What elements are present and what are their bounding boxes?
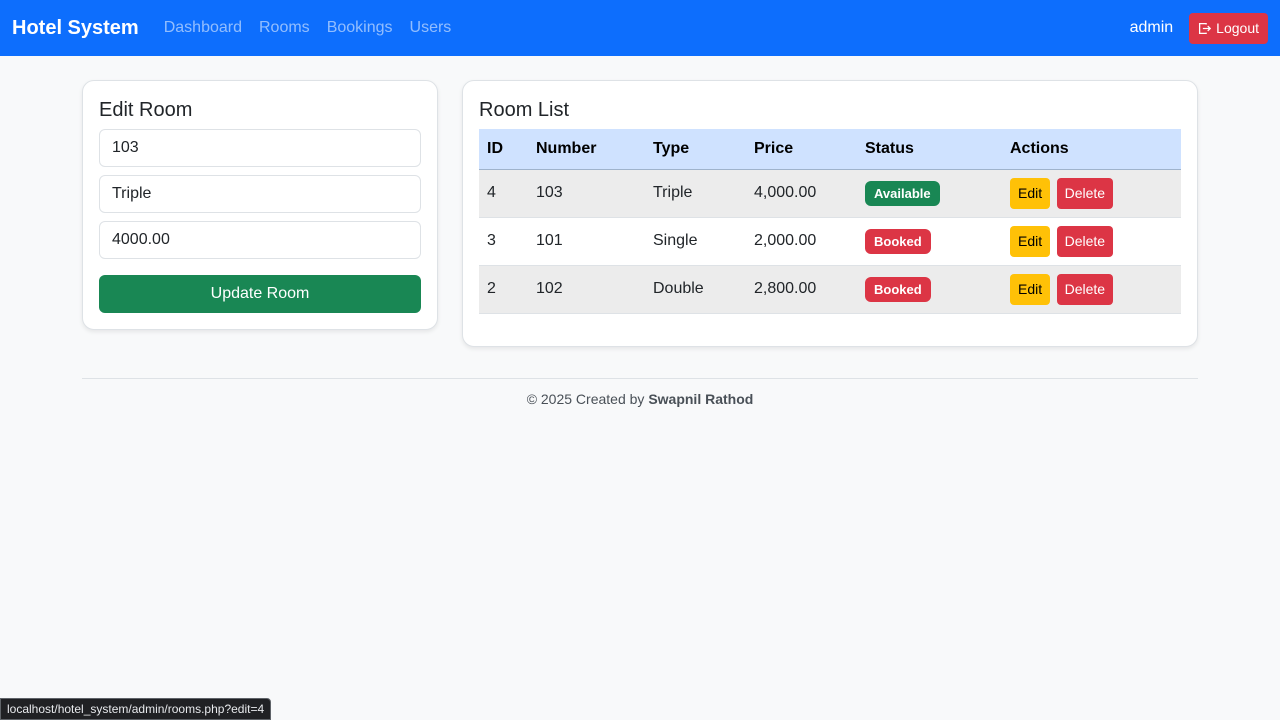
room-table: ID Number Type Price Status Actions 4 10…: [479, 129, 1181, 314]
cell-type: Single: [653, 232, 698, 249]
cell-actions: Edit Delete: [1002, 217, 1181, 265]
nav-right-group: admin Logout: [1129, 12, 1268, 44]
footer-divider: [82, 378, 1198, 379]
edit-button[interactable]: Edit: [1010, 273, 1051, 305]
brand-title[interactable]: Hotel System: [12, 17, 139, 40]
header-status: Status: [865, 139, 914, 157]
edit-room-title: Edit Room: [99, 99, 193, 121]
delete-button[interactable]: Delete: [1056, 273, 1114, 305]
nav-link-dashboard[interactable]: Dashboard: [164, 19, 242, 37]
room-type-input[interactable]: [99, 175, 421, 213]
footer-prefix: © 2025 Created by: [526, 391, 645, 407]
room-list-card: Room List ID Number Type Price Status Ac…: [462, 80, 1198, 347]
table-header-row: ID Number Type Price Status Actions: [479, 129, 1181, 169]
edit-room-card: Edit Room Update Room: [82, 80, 438, 330]
cell-number: 102: [536, 280, 563, 297]
cell-id: 3: [487, 232, 496, 249]
cell-id: 4: [487, 184, 496, 201]
cell-status: Booked: [857, 217, 1002, 265]
room-number-input[interactable]: [99, 129, 421, 167]
header-price: Price: [754, 139, 794, 157]
delete-button[interactable]: Delete: [1056, 177, 1114, 209]
cell-number: 103: [536, 184, 563, 201]
cell-actions: Edit Delete: [1002, 169, 1181, 217]
cell-id: 2: [487, 280, 496, 297]
delete-button[interactable]: Delete: [1056, 225, 1114, 257]
cell-type: Triple: [653, 184, 693, 201]
table-row: 4 103 Triple 4,000.00 Available Edit Del…: [479, 169, 1181, 217]
cell-price: 2,000.00: [754, 232, 817, 249]
nav-link-rooms[interactable]: Rooms: [259, 19, 310, 37]
cell-number: 101: [536, 232, 563, 249]
status-badge: Available: [865, 180, 940, 206]
logout-button[interactable]: Logout: [1189, 12, 1268, 44]
logout-icon: [1198, 22, 1212, 35]
nav-link-bookings[interactable]: Bookings: [327, 19, 393, 37]
footer-author: Swapnil Rathod: [648, 391, 754, 407]
cell-status: Available: [857, 169, 1002, 217]
status-badge: Booked: [865, 276, 931, 302]
table-row: 2 102 Double 2,800.00 Booked Edit Delete: [479, 265, 1181, 313]
cell-status: Booked: [857, 265, 1002, 313]
update-room-button[interactable]: Update Room: [99, 275, 421, 313]
status-badge: Booked: [865, 228, 931, 254]
price-input[interactable]: [99, 221, 421, 259]
logout-label: Logout: [1216, 20, 1259, 36]
header-id: ID: [487, 139, 503, 157]
edit-button[interactable]: Edit: [1010, 177, 1051, 209]
header-actions: Actions: [1010, 139, 1069, 157]
cell-type: Double: [653, 280, 704, 297]
current-user: admin: [1129, 19, 1174, 36]
room-list-title: Room List: [479, 99, 570, 121]
table-row: 3 101 Single 2,000.00 Booked Edit Delete: [479, 217, 1181, 265]
cell-price: 2,800.00: [754, 280, 817, 297]
top-navbar: Hotel System Dashboard Rooms Bookings Us…: [0, 0, 1280, 56]
cell-actions: Edit Delete: [1002, 265, 1181, 313]
header-type: Type: [653, 139, 690, 157]
cell-price: 4,000.00: [754, 184, 817, 201]
nav-link-users[interactable]: Users: [410, 19, 452, 37]
edit-button[interactable]: Edit: [1010, 225, 1051, 257]
status-bar-url: localhost/hotel_system/admin/rooms.php?e…: [0, 698, 272, 720]
footer: © 2025 Created by Swapnil Rathod: [0, 391, 1280, 407]
header-number: Number: [536, 139, 597, 157]
